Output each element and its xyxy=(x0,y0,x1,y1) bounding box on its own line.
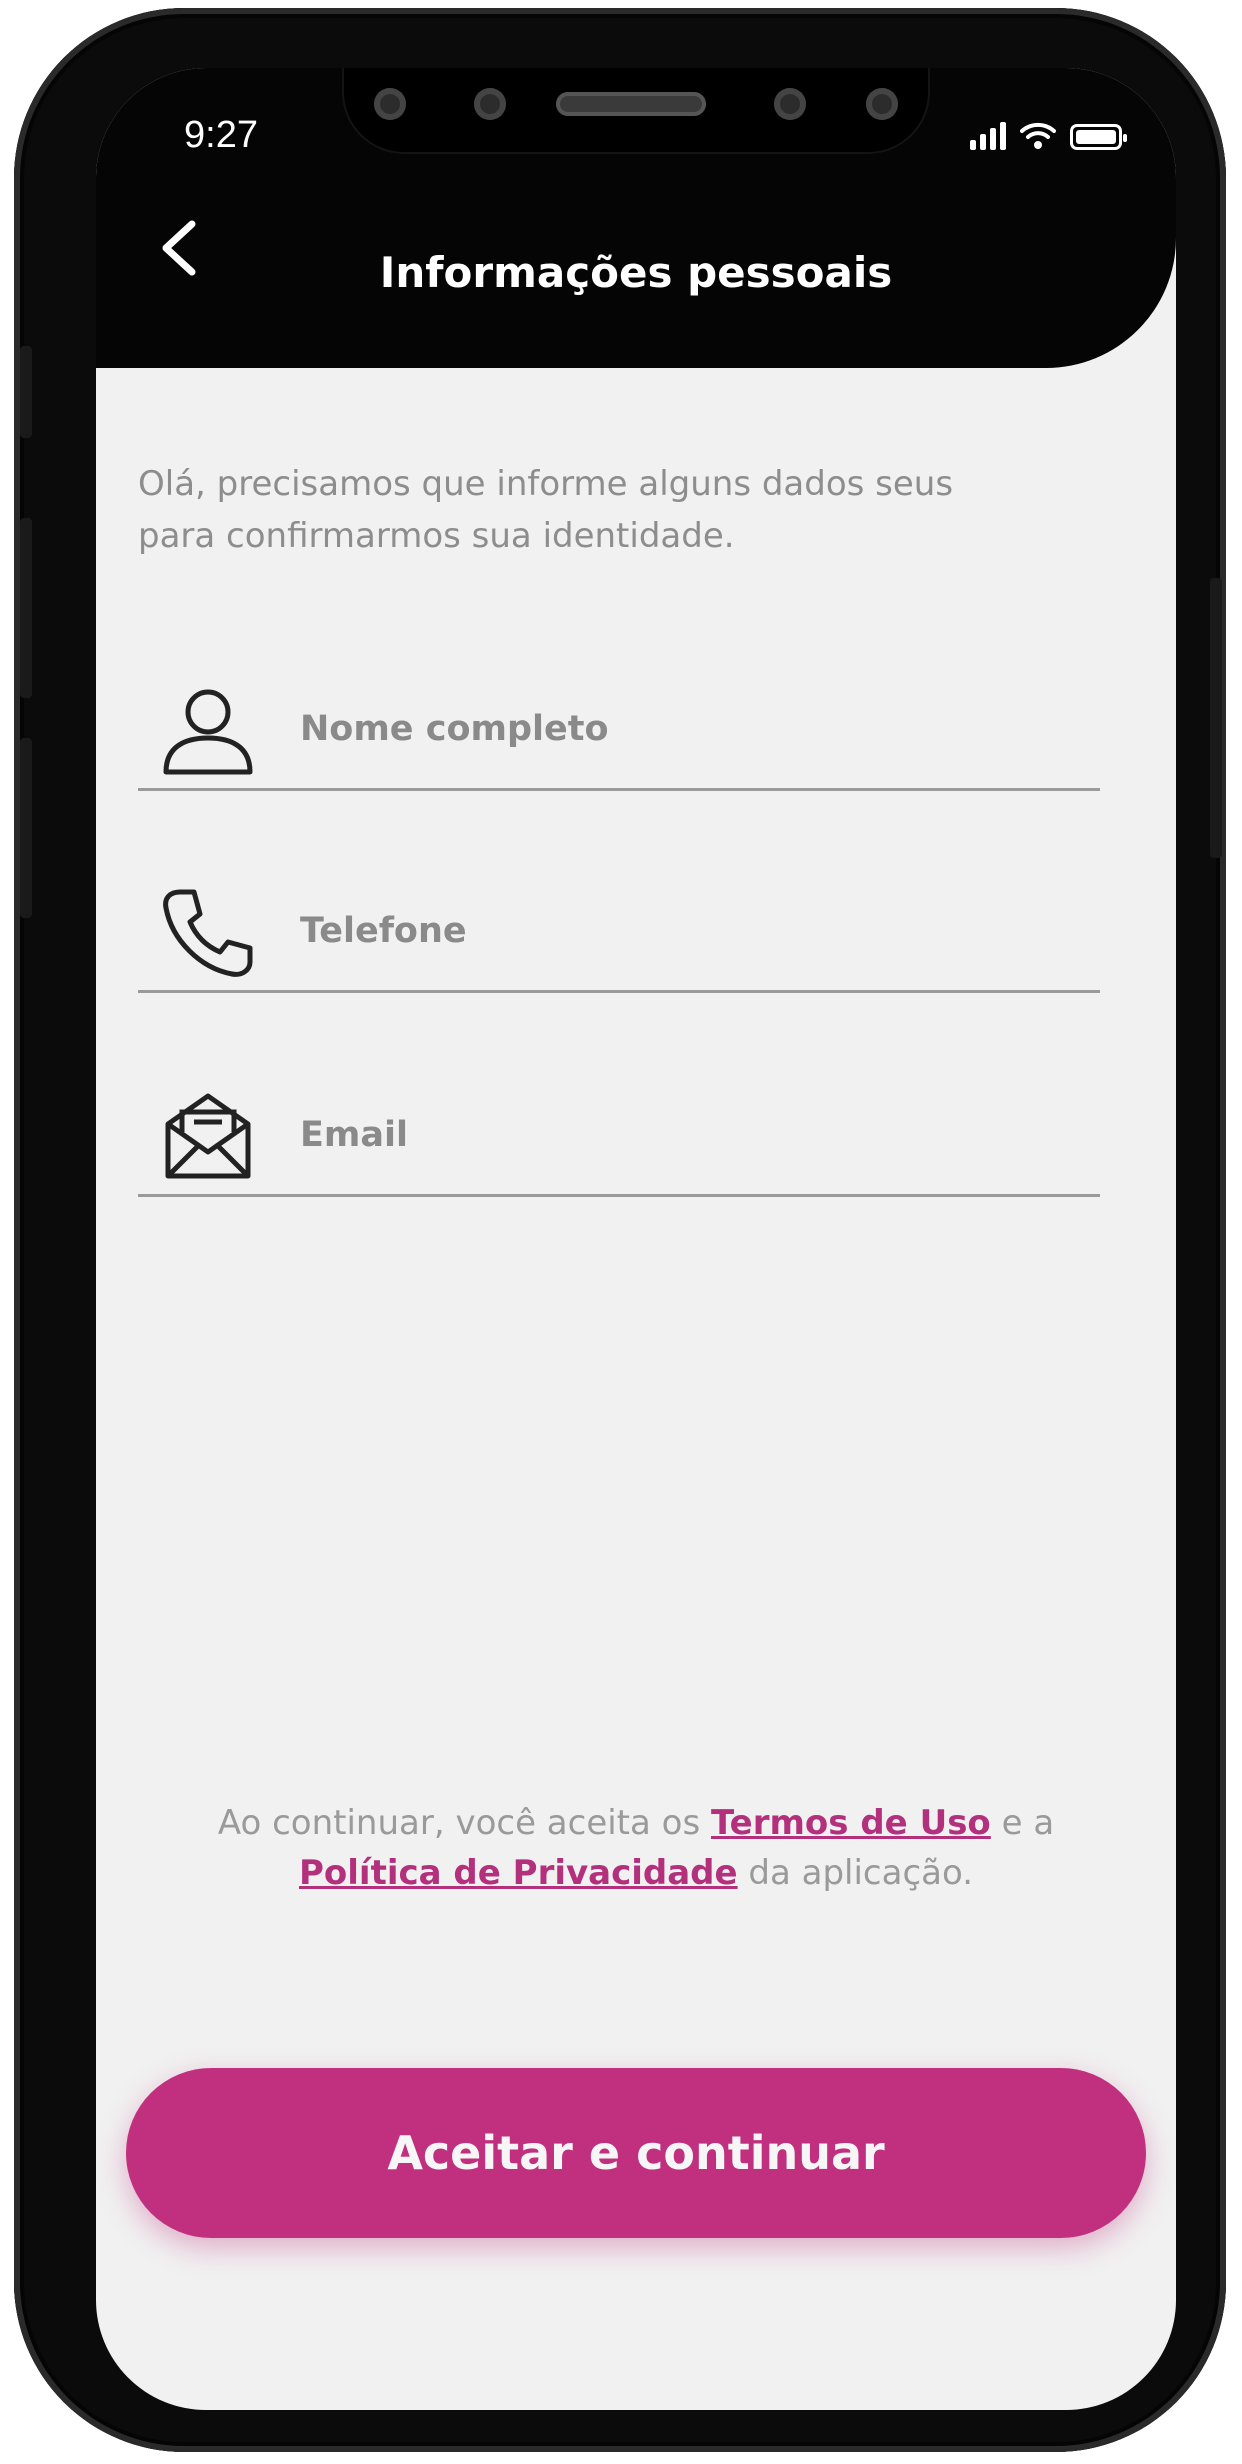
terms-suffix: da aplicação. xyxy=(737,1853,974,1893)
sensor-icon xyxy=(374,88,406,120)
side-button xyxy=(20,346,32,438)
name-field xyxy=(138,668,1100,791)
battery-icon xyxy=(1070,124,1127,150)
phone-input[interactable] xyxy=(298,900,1062,962)
terms-middle: e a xyxy=(990,1803,1055,1843)
name-input[interactable] xyxy=(298,698,1062,760)
app-header: 9:27 Informações pessoais xyxy=(96,68,1176,368)
screen: 9:27 Informações pessoais Olá, precisamo… xyxy=(96,68,1176,2410)
wifi-icon xyxy=(1020,122,1056,149)
privacy-policy-link[interactable]: Política de Privacidade xyxy=(299,1853,738,1893)
signal-icon xyxy=(970,120,1006,150)
sensor-icon xyxy=(866,88,898,120)
mail-icon xyxy=(165,1093,251,1179)
email-field xyxy=(138,1074,1100,1197)
status-icons xyxy=(970,120,1127,150)
page-title: Informações pessoais xyxy=(379,248,893,297)
email-input[interactable] xyxy=(298,1104,1062,1166)
notch xyxy=(344,68,928,152)
phone-icon xyxy=(163,889,253,977)
volume-down-button xyxy=(20,738,32,918)
terms-prefix: Ao continuar, você aceita os xyxy=(217,1803,711,1843)
sensor-icon xyxy=(474,88,506,120)
camera-icon xyxy=(774,88,806,120)
intro-text: Olá, precisamos que informe alguns dados… xyxy=(138,464,954,556)
device-frame: 9:27 Informações pessoais Olá, precisamo… xyxy=(14,8,1226,2452)
terms-of-use-link[interactable]: Termos de Uso xyxy=(711,1803,991,1843)
phone-field xyxy=(138,870,1100,993)
terms-text: Ao continuar, você aceita os Termos de U… xyxy=(196,1798,1076,1898)
accept-continue-button[interactable]: Aceitar e continuar xyxy=(126,2068,1146,2238)
volume-up-button xyxy=(20,518,32,698)
status-time: 9:27 xyxy=(184,114,258,156)
speaker-grille xyxy=(556,92,706,116)
power-button xyxy=(1210,578,1222,858)
person-icon xyxy=(163,689,253,775)
